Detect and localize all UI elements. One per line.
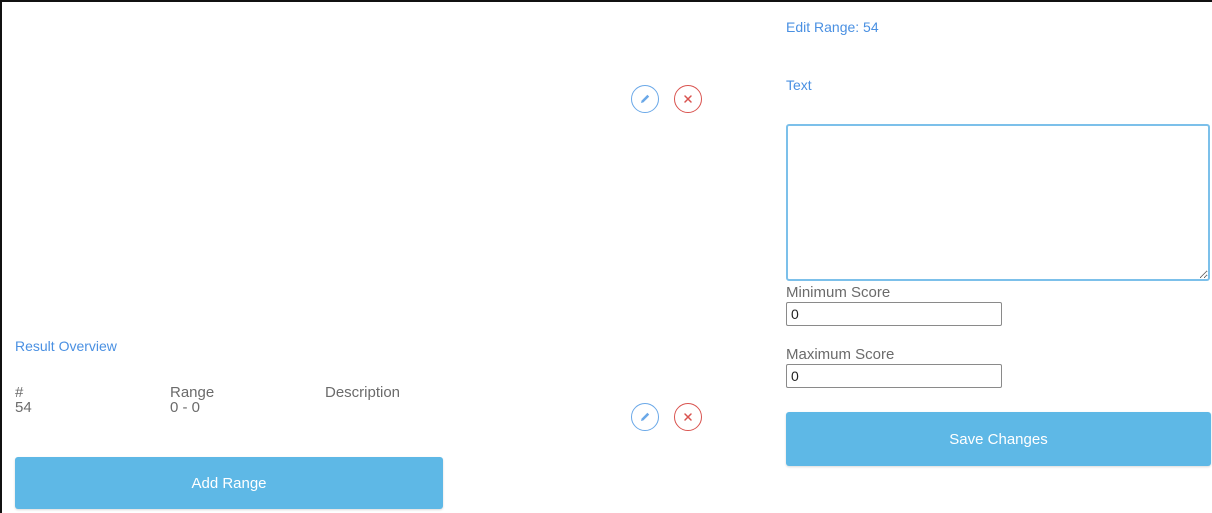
edit-range-title: Edit Range: 54 bbox=[786, 19, 879, 35]
pencil-icon bbox=[641, 94, 650, 103]
table-row: 54 0 - 0 bbox=[15, 399, 445, 419]
pencil-icon bbox=[641, 412, 650, 421]
edit-range-button-top[interactable] bbox=[631, 85, 659, 113]
maximum-score-input[interactable] bbox=[786, 364, 1002, 388]
text-label: Text bbox=[786, 77, 812, 93]
close-icon bbox=[684, 95, 692, 103]
result-overview-title: Result Overview bbox=[15, 338, 117, 354]
range-text-input[interactable] bbox=[786, 124, 1210, 281]
close-icon bbox=[684, 413, 692, 421]
delete-range-button[interactable] bbox=[674, 403, 702, 431]
row-id: 54 bbox=[15, 399, 32, 416]
minimum-score-label: Minimum Score bbox=[786, 284, 891, 301]
save-changes-button[interactable]: Save Changes bbox=[786, 412, 1211, 466]
edit-range-button[interactable] bbox=[631, 403, 659, 431]
minimum-score-input[interactable] bbox=[786, 302, 1002, 326]
maximum-score-label: Maximum Score bbox=[786, 346, 895, 363]
delete-range-button-top[interactable] bbox=[674, 85, 702, 113]
result-table: # Range Description 54 0 - 0 bbox=[15, 384, 445, 424]
row-range: 0 - 0 bbox=[170, 399, 201, 416]
add-range-button[interactable]: Add Range bbox=[15, 457, 443, 509]
